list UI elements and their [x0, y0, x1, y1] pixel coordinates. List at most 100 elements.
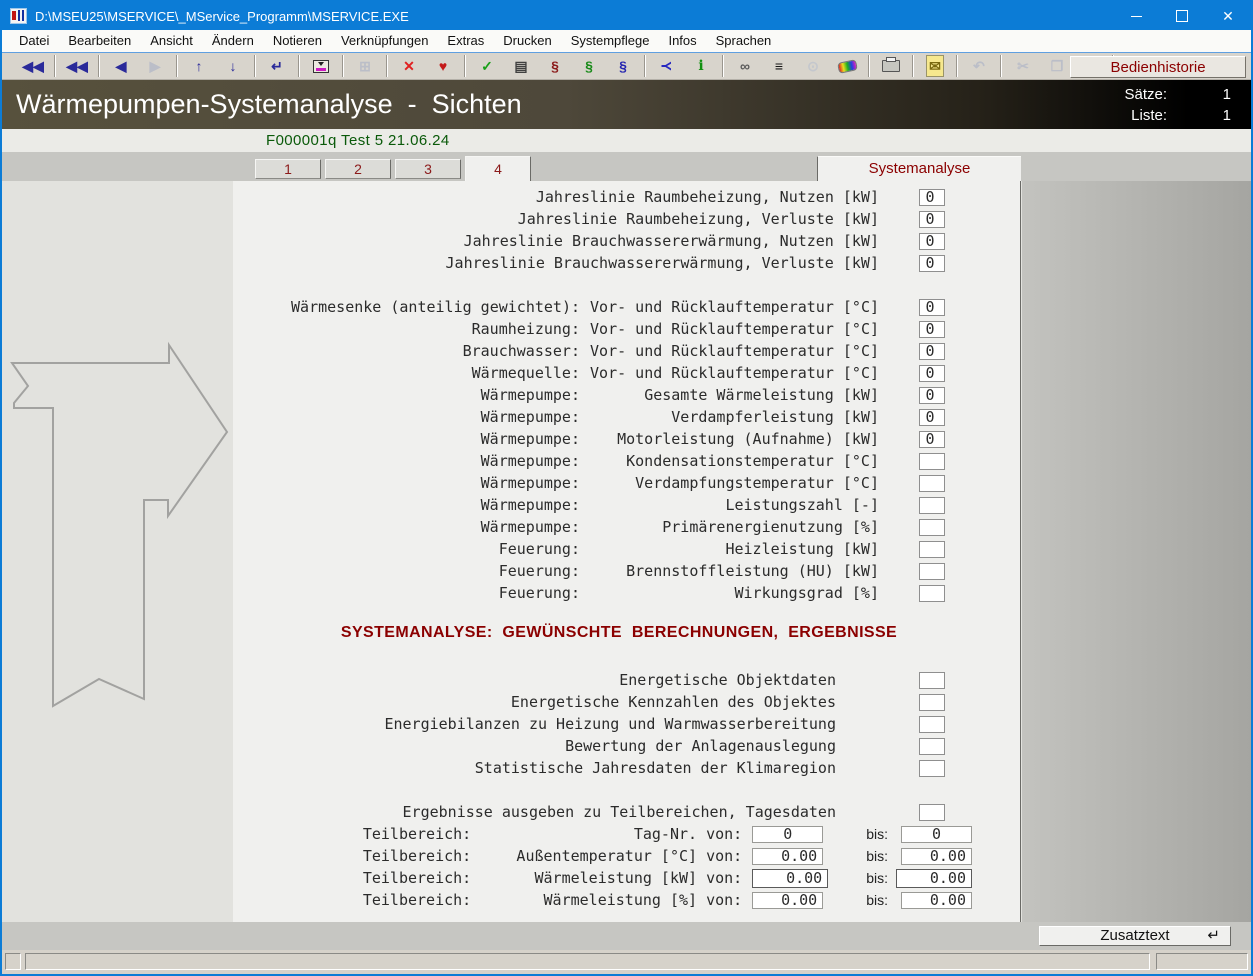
toolbar-button-candy[interactable] — [832, 55, 862, 77]
bis-field[interactable]: 0.00 — [901, 892, 972, 909]
von-field[interactable]: 0.00 — [752, 869, 828, 888]
toolbar-button-gecko-red[interactable]: § — [540, 55, 570, 77]
field-prefix: Feuerung: — [499, 562, 580, 580]
form-row: Wärmepumpe:Verdampfungstemperatur [°C] — [233, 472, 1020, 494]
liste-value: 1 — [1167, 105, 1231, 126]
menu-item-systempflege[interactable]: Systempflege — [564, 30, 657, 52]
toolbar-button-move-up[interactable]: ↑ — [184, 55, 214, 77]
toolbar-button-gecko-blue[interactable]: § — [608, 55, 638, 77]
form-row: Energetische Kennzahlen des Objektes — [233, 691, 1020, 713]
tab-2[interactable]: 2 — [325, 159, 391, 179]
value-field[interactable]: 0 — [919, 233, 945, 250]
value-field[interactable] — [919, 804, 945, 821]
toolbar-button-move-down[interactable]: ↓ — [218, 55, 248, 77]
value-field[interactable] — [919, 563, 945, 580]
toolbar-button-document[interactable]: ▤ — [506, 55, 536, 77]
value-field[interactable] — [919, 541, 945, 558]
value-field[interactable]: 0 — [919, 189, 945, 206]
menu-item-drucken[interactable]: Drucken — [496, 30, 558, 52]
menu-item-infos[interactable]: Infos — [661, 30, 703, 52]
value-field[interactable]: 0 — [919, 409, 945, 426]
value-field[interactable] — [919, 519, 945, 536]
close-button[interactable]: ✕ — [1205, 2, 1251, 30]
list-lines-icon: ≡ — [775, 56, 783, 76]
menu-item-extras[interactable]: Extras — [440, 30, 491, 52]
status-cell-right — [1156, 953, 1248, 970]
value-field[interactable]: 0 — [919, 431, 945, 448]
menu-item-ndern[interactable]: Ändern — [205, 30, 261, 52]
value-field[interactable]: 0 — [919, 299, 945, 316]
toolbar-button-save-import[interactable] — [306, 55, 336, 77]
bis-field[interactable]: 0.00 — [896, 869, 972, 888]
next-icon: ▶ — [150, 56, 161, 76]
zusatztext-button[interactable]: Zusatztext ↵ — [1039, 926, 1231, 946]
menu-item-datei[interactable]: Datei — [12, 30, 56, 52]
bis-label: bis: — [866, 870, 888, 886]
form-row: Feuerung:Wirkungsgrad [%] — [233, 582, 1020, 604]
toolbar-button-list-lines[interactable]: ≡ — [764, 55, 794, 77]
toolbar-button-delete[interactable]: ✕ — [394, 55, 424, 77]
von-field[interactable]: 0.00 — [752, 848, 823, 865]
value-field[interactable]: 0 — [919, 255, 945, 272]
bis-field[interactable]: 0.00 — [901, 848, 972, 865]
window-title: D:\MSEU25\MSERVICE\_MService_Programm\MS… — [35, 9, 1113, 24]
menu-item-ansicht[interactable]: Ansicht — [143, 30, 200, 52]
value-field[interactable]: 0 — [919, 387, 945, 404]
toolbar-separator — [298, 55, 300, 77]
menu-item-verkn-pfungen[interactable]: Verknüpfungen — [334, 30, 435, 52]
toolbar-button-mail-envelope[interactable]: ✉ — [920, 55, 950, 77]
maximize-button[interactable] — [1159, 2, 1205, 30]
toolbar-button-confirm-check[interactable]: ✓ — [472, 55, 502, 77]
toolbar-separator — [644, 55, 646, 77]
annual-lines-group: Jahreslinie Raumbeheizung, Nutzen [kW]0J… — [233, 186, 1020, 274]
tree-view-icon: ⊞ — [359, 56, 371, 76]
toolbar-button-binoculars[interactable]: ∞ — [730, 55, 760, 77]
copy-icon: ❐ — [1051, 56, 1064, 76]
toolbar-buttons: ◀◀◀◀◀▶↑↓↵⊞✕♥✓▤§§§Yi∞≡⊙✉↶✂❐❏? — [16, 55, 1152, 77]
toolbar-button-carriage-return[interactable]: ↵ — [262, 55, 292, 77]
value-field[interactable]: 0 — [919, 343, 945, 360]
field-prefix: Wärmepumpe: — [481, 474, 580, 492]
von-field[interactable]: 0 — [752, 826, 823, 843]
form-row: Wärmepumpe:Leistungszahl [-] — [233, 494, 1020, 516]
value-field[interactable]: 0 — [919, 321, 945, 338]
menu-item-bearbeiten[interactable]: Bearbeiten — [61, 30, 138, 52]
value-field[interactable] — [919, 738, 945, 755]
minimize-icon — [1131, 16, 1142, 17]
field-label: Vor- und Rücklauftemperatur [°C] — [589, 320, 879, 338]
toolbar-button-first-record[interactable]: ◀◀ — [18, 55, 48, 77]
app-header: Wärmepumpen-Systemanalyse - Sichten Sätz… — [2, 80, 1251, 129]
menu-item-notieren[interactable]: Notieren — [266, 30, 329, 52]
value-field[interactable] — [919, 475, 945, 492]
value-field[interactable] — [919, 694, 945, 711]
field-prefix: Teilbereich: — [363, 825, 471, 843]
maximize-icon — [1176, 10, 1188, 22]
menu-item-sprachen[interactable]: Sprachen — [709, 30, 779, 52]
output-options-group: Ergebnisse ausgeben zu Teilbereichen, Ta… — [233, 801, 1020, 823]
tab-1[interactable]: 1 — [255, 159, 321, 179]
toolbar-button-gecko-green[interactable]: § — [574, 55, 604, 77]
minimize-button[interactable] — [1113, 2, 1159, 30]
value-field[interactable] — [919, 453, 945, 470]
value-field[interactable] — [919, 497, 945, 514]
bedienhistorie-button[interactable]: Bedienhistorie — [1070, 56, 1246, 78]
bis-field[interactable]: 0 — [901, 826, 972, 843]
bis-label: bis: — [866, 826, 888, 842]
value-field[interactable] — [919, 760, 945, 777]
toolbar-button-previous[interactable]: ◀ — [106, 55, 136, 77]
tab-4[interactable]: 4 — [465, 156, 531, 181]
toolbar-button-fast-backward[interactable]: ◀◀ — [62, 55, 92, 77]
tab-3[interactable]: 3 — [395, 159, 461, 179]
toolbar-button-undo: ↶ — [964, 55, 994, 77]
toolbar-button-printer[interactable] — [876, 55, 906, 77]
value-field[interactable] — [919, 672, 945, 689]
value-field[interactable]: 0 — [919, 211, 945, 228]
toolbar-button-info[interactable]: i — [686, 55, 716, 77]
value-field[interactable]: 0 — [919, 365, 945, 382]
bottom-band: Zusatztext ↵ — [2, 922, 1251, 950]
von-field[interactable]: 0.00 — [752, 892, 823, 909]
toolbar-button-favorite-heart[interactable]: ♥ — [428, 55, 458, 77]
toolbar-button-split-arrow[interactable]: Y — [652, 55, 682, 77]
value-field[interactable] — [919, 585, 945, 602]
value-field[interactable] — [919, 716, 945, 733]
